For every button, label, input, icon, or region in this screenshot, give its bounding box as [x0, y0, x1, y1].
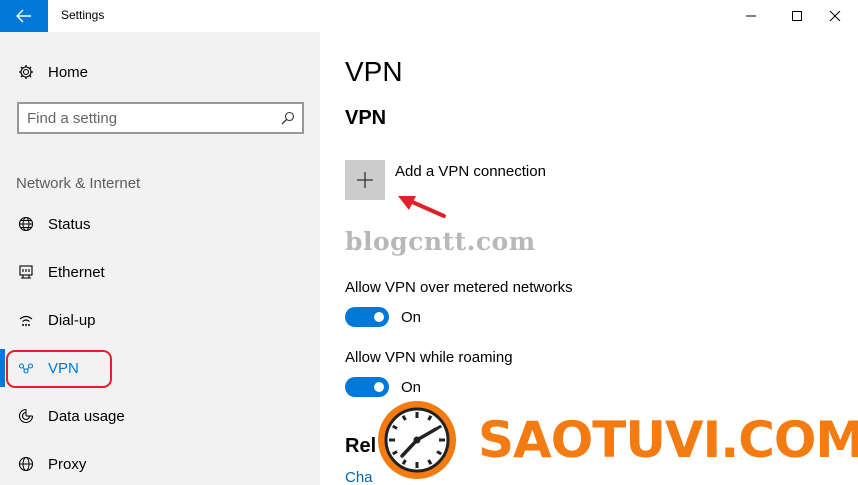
add-vpn-button[interactable] — [345, 160, 385, 200]
sidebar-item-label: Ethernet — [48, 263, 105, 281]
search-input[interactable] — [27, 108, 267, 128]
metered-toggle[interactable] — [345, 307, 389, 327]
sidebar-item-proxy[interactable]: Proxy — [0, 444, 320, 484]
ethernet-icon — [17, 263, 35, 281]
arrow-left-icon — [16, 9, 31, 23]
logo-text: SAOTUVI.COM — [478, 411, 858, 469]
search-icon[interactable] — [280, 110, 296, 126]
metered-label: Allow VPN over metered networks — [345, 279, 573, 296]
close-icon — [829, 10, 841, 22]
add-vpn-label[interactable]: Add a VPN connection — [395, 163, 546, 180]
toggle-knob — [374, 382, 384, 392]
dialup-icon — [17, 311, 35, 329]
watermark: blogcntt.com — [345, 227, 536, 256]
sidebar-item-label: Proxy — [48, 455, 87, 473]
arrow-annotation — [398, 196, 446, 218]
roaming-label: Allow VPN while roaming — [345, 349, 513, 366]
section-heading: Network & Internet — [16, 175, 141, 192]
minimize-icon — [746, 15, 756, 17]
data-usage-icon — [17, 407, 35, 425]
related-settings-heading: Rel — [345, 435, 377, 457]
globe-icon — [17, 215, 35, 233]
section-title: VPN — [345, 107, 387, 129]
metered-state: On — [401, 309, 422, 326]
title-bar: Settings — [0, 0, 858, 32]
highlight-annotation — [6, 350, 112, 388]
gear-icon — [17, 63, 35, 81]
related-link[interactable]: Cha — [345, 469, 373, 485]
sidebar-item-status[interactable]: Status — [0, 204, 320, 244]
toggle-knob — [374, 312, 384, 322]
minimize-button[interactable] — [728, 0, 774, 32]
sidebar-item-label: Dial-up — [48, 311, 96, 329]
roaming-toggle[interactable] — [345, 377, 389, 397]
plus-icon — [357, 172, 373, 188]
back-button[interactable] — [0, 0, 48, 32]
sidebar-item-label: Status — [48, 215, 91, 233]
sidebar: Home Network & Internet Status — [0, 32, 320, 485]
sidebar-item-data-usage[interactable]: Data usage — [0, 396, 320, 436]
clock-logo-icon — [378, 401, 456, 479]
sidebar-item-home[interactable]: Home — [0, 52, 320, 92]
sidebar-item-label: Home — [48, 63, 89, 81]
sidebar-item-ethernet[interactable]: Ethernet — [0, 252, 320, 292]
roaming-state: On — [401, 379, 422, 396]
close-button[interactable] — [812, 0, 858, 32]
page-title: VPN — [345, 56, 403, 87]
sidebar-item-dial-up[interactable]: Dial-up — [0, 300, 320, 340]
search-box[interactable] — [17, 102, 304, 134]
window-title: Settings — [61, 8, 105, 22]
maximize-icon — [792, 11, 802, 21]
sidebar-item-label: Data usage — [48, 407, 125, 425]
proxy-icon — [17, 455, 35, 473]
